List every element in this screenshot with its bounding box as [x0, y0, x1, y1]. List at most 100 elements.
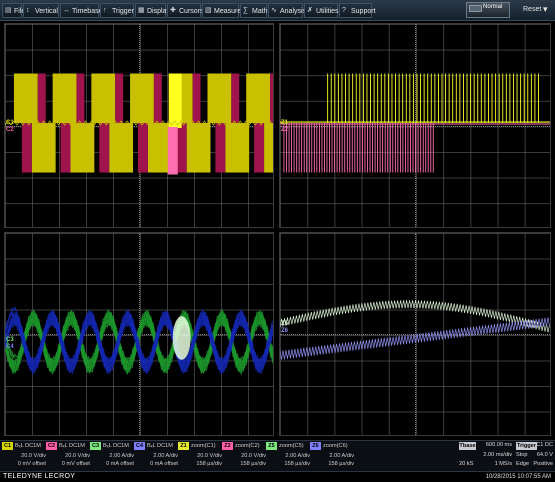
trace-tag-z1: Z1 [281, 120, 289, 126]
z6-trace [280, 317, 550, 360]
c1-burst-lower [70, 123, 95, 173]
trace-tag-c3: C3 [6, 337, 14, 343]
channel-vdiv: 20.0 V/div [21, 453, 46, 459]
trigger-descriptor[interactable]: Trigger C1 DC Stop 64.0 V Edge Positive [515, 442, 554, 471]
c3-zoom-highlight [172, 316, 191, 360]
channel-vdiv: 2.00 A/div [285, 453, 310, 459]
analysis-icon: ∿ [271, 7, 277, 14]
c1-burst-upper [246, 73, 271, 124]
trigger-icon: ↑ [103, 7, 107, 14]
c2-zoom-highlight [167, 126, 178, 175]
channel-offset: 0 mA offset [150, 461, 178, 467]
c2-burst-upper [153, 73, 162, 124]
channel-vdiv: 2.00 A/div [109, 453, 134, 459]
menu-timebase-label: Timebase [72, 8, 103, 15]
reset-label: Reset [523, 6, 542, 13]
channel-offset: 0 mV offset [17, 461, 46, 467]
channel-tag-c4: C4 [134, 442, 145, 450]
trace-tag-c1: C1 [6, 120, 14, 126]
channel-tag-z2: Z2 [222, 442, 233, 450]
menu-vertical[interactable]: ↕ Vertical [23, 3, 59, 18]
menu-display[interactable]: ▦ Display [135, 3, 170, 18]
channel-timebase: 158 µs/div [240, 461, 266, 467]
channel-coupling: BₓL DC1M [15, 443, 41, 449]
channel-tag-c2: C2 [46, 442, 57, 450]
menu-utilities-label: Utilities [316, 8, 339, 15]
menu-trigger[interactable]: ↑ Trigger [100, 3, 134, 18]
trigger-level: 64.0 V [536, 452, 553, 458]
channel-descriptor-z5[interactable]: Z5 zoom(C5) 2.00 A/div 158 µs/div [266, 442, 311, 471]
channel-timebase: 158 µs/div [328, 461, 354, 467]
channel-descriptor-c3[interactable]: C3 BₓL DC1M 2.00 A/div 0 mA offset [90, 442, 135, 471]
grid-bottom-left[interactable]: C3 C4 [4, 232, 274, 436]
menu-timebase[interactable]: ↔ Timebase [60, 3, 103, 18]
menu-vertical-label: Vertical [35, 8, 58, 15]
c1-burst-lower [109, 123, 134, 173]
chevron-down-icon: ▾ [543, 4, 548, 14]
trace-tag-c4: C4 [6, 344, 14, 350]
vertical-icon: ↕ [26, 7, 30, 14]
waveform-c1-c2 [5, 73, 273, 175]
trigger-slope: Positive [533, 461, 553, 467]
channel-descriptor-c2[interactable]: C2 BₓL DC1M 20.0 V/div 0 mV offset [46, 442, 91, 471]
waveform-z5-z6 [280, 300, 550, 360]
trigger-mode-label: Normal [483, 4, 503, 10]
channel-tag-z5: Z5 [266, 442, 277, 450]
menu-utilities[interactable]: ✗ Utilities [304, 3, 339, 18]
channel-descriptor-c4[interactable]: C4 BₓL DC1M 2.00 A/div 0 mA offset [134, 442, 179, 471]
trigger-source: C1 DC [536, 442, 553, 448]
channel-coupling: BₓL DC1M [59, 443, 85, 449]
menu-cursors-label: Cursors [179, 8, 204, 15]
c2-burst-upper [115, 73, 124, 124]
c2-burst-upper [270, 73, 273, 124]
c1-burst-lower [186, 123, 211, 173]
z2-pulses [283, 123, 434, 173]
timebase-samples: 20 kS [459, 461, 474, 467]
channel-descriptor-z6[interactable]: Z6 zoom(C6) 2.00 A/div 158 µs/div [310, 442, 355, 471]
brand-logo: TELEDYNE LECROY [3, 473, 76, 480]
c2-burst-lower [176, 123, 187, 173]
trigger-label: Trigger [516, 442, 537, 450]
menu-cursors[interactable]: ✚ Cursors [167, 3, 204, 18]
c1-burst-upper [207, 73, 232, 124]
grid-bottom-right[interactable]: Z5 Z6 [279, 232, 551, 436]
c1-burst-lower [31, 123, 56, 173]
channel-descriptor-z2[interactable]: Z2 zoom(C2) 20.0 V/div 158 µs/div [222, 442, 267, 471]
channel-tag-z6: Z6 [310, 442, 321, 450]
channel-coupling: zoom(C6) [323, 443, 348, 449]
file-icon: ▤ [5, 7, 12, 14]
channel-offset: 0 mA offset [106, 461, 134, 467]
waveform-z1-z2 [280, 73, 550, 173]
utilities-icon: ✗ [307, 7, 313, 14]
trace-tag-z5: Z5 [281, 321, 289, 327]
z1-pulses [327, 73, 539, 124]
menu-measure-label: Measure [214, 8, 242, 15]
channel-descriptor-z1[interactable]: Z1 zoom(C1) 20.0 V/div 158 µs/div [178, 442, 223, 471]
channel-descriptor-c1[interactable]: C1 BₓL DC1M 20.0 V/div 0 mV offset [2, 442, 47, 471]
grid-top-left[interactable]: C1 C2 [4, 23, 274, 228]
measure-icon: ▧ [205, 7, 212, 14]
c1-burst-upper [52, 73, 77, 124]
channel-coupling: BₓL DC1M [103, 443, 129, 449]
menu-math[interactable]: ∑ Math [240, 3, 268, 18]
grid-top-right[interactable]: Z1 Z2 [279, 23, 551, 228]
menu-trigger-label: Trigger [112, 8, 134, 15]
cursors-icon: ✚ [170, 7, 176, 14]
timebase-descriptor[interactable]: Tbase 600.00 ms 2.00 ms/div 20 kS 1 MS/s [458, 442, 513, 471]
menu-file[interactable]: ▤ File [2, 3, 25, 18]
trace-tag-z2: Z2 [281, 127, 289, 133]
c1-burst-upper [130, 73, 154, 124]
display-icon: ▦ [138, 7, 145, 14]
menu-support[interactable]: ? Support [339, 3, 376, 18]
menu-analysis-label: Analysis [280, 8, 307, 15]
menu-measure[interactable]: ▧ Measure [202, 3, 242, 18]
trigger-status-indicator[interactable]: Normal [466, 2, 510, 18]
c1-zoom-highlight [168, 73, 182, 128]
timebase-delay: 600.00 ms [485, 442, 512, 448]
reset-button[interactable]: Reset ▾ [523, 4, 548, 14]
trigger-type: Edge [516, 461, 530, 467]
channel-timebase: 158 µs/div [196, 461, 222, 467]
trigger-led-icon [469, 5, 482, 12]
menu-analysis[interactable]: ∿ Analysis [268, 3, 307, 18]
math-icon: ∑ [243, 7, 248, 14]
